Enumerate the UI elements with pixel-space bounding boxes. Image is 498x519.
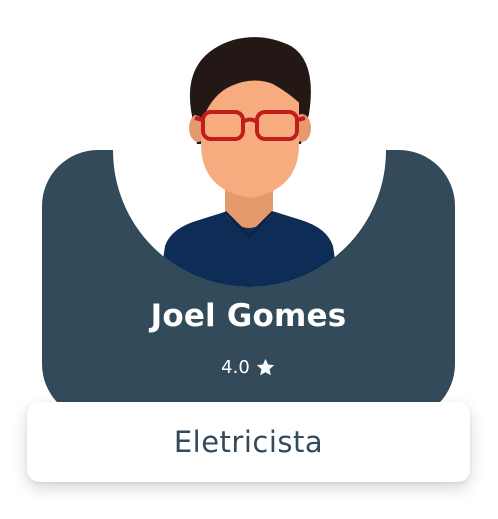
avatar [113,14,386,287]
star-icon [256,358,274,376]
profession-card[interactable]: Eletricista [27,402,470,482]
avatar-glasses-arm-right [296,116,306,122]
person-with-glasses-avatar [159,37,339,287]
profile-card-stage: Joel Gomes 4.0 Eletricista [0,0,498,519]
profession-label: Eletricista [173,425,324,459]
profile-rating: 4.0 [42,357,455,378]
profile-name: Joel Gomes [150,298,347,334]
avatar-glasses-arm-left [194,116,204,122]
rating-value: 4.0 [221,357,250,378]
